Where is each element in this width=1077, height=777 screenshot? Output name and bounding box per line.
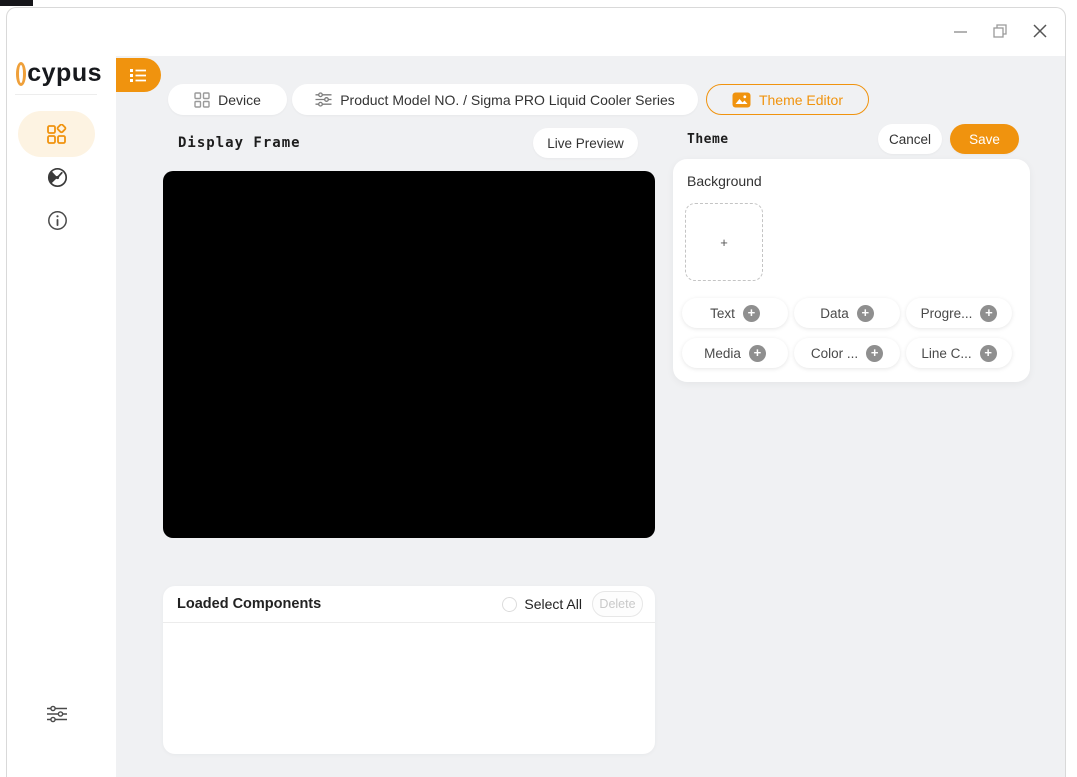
app-logo: cypus	[16, 54, 102, 94]
sidebar-item-monitor[interactable]	[46, 166, 68, 188]
device-tab[interactable]: Device	[168, 84, 287, 115]
add-media-component-button[interactable]: Media +	[682, 338, 788, 368]
logo-o-ring-icon	[16, 62, 27, 86]
select-all-label: Select All	[524, 596, 582, 612]
minimize-icon	[953, 30, 967, 33]
save-label: Save	[969, 131, 1000, 147]
info-icon	[47, 210, 67, 230]
adjustments-icon	[315, 92, 332, 107]
save-button[interactable]: Save	[950, 124, 1019, 154]
display-frame-canvas[interactable]	[163, 171, 655, 538]
collapse-sidebar-button[interactable]	[116, 58, 161, 92]
loaded-components-title: Loaded Components	[177, 596, 322, 612]
app-window: cypus Device Product Model NO. / Sigma P…	[6, 7, 1066, 777]
plus-circle-icon: +	[866, 344, 884, 362]
plus-circle-icon: +	[980, 304, 998, 322]
loaded-components-panel: Loaded Components Select All Delete	[163, 586, 655, 754]
component-label: Data	[820, 305, 849, 321]
product-model-selector[interactable]: Product Model NO. / Sigma PRO Liquid Coo…	[292, 84, 698, 115]
select-all-radio[interactable]	[502, 596, 518, 612]
menu-list-icon	[130, 68, 146, 82]
theme-editor-tab[interactable]: Theme Editor	[706, 84, 869, 115]
background-section-label: Background	[687, 173, 762, 189]
close-icon	[1033, 24, 1047, 38]
component-label: Text	[710, 305, 735, 321]
delete-label: Delete	[599, 597, 636, 611]
theme-panel-title: Theme	[687, 132, 729, 147]
sidebar-item-settings[interactable]	[46, 703, 68, 725]
live-preview-button[interactable]: Live Preview	[533, 128, 638, 158]
cancel-button[interactable]: Cancel	[878, 124, 942, 154]
display-frame-title: Display Frame	[178, 135, 301, 151]
add-text-component-button[interactable]: Text +	[682, 298, 788, 328]
window-controls	[947, 18, 1053, 44]
plus-circle-icon: +	[742, 304, 760, 322]
product-model-label: Product Model NO. / Sigma PRO Liquid Coo…	[340, 91, 675, 108]
component-label: Line C...	[921, 345, 972, 361]
delete-button[interactable]: Delete	[592, 591, 643, 617]
sidebar-divider	[15, 94, 97, 95]
live-preview-label: Live Preview	[547, 135, 624, 151]
restore-icon	[993, 24, 1007, 38]
gauge-icon	[47, 167, 67, 187]
background-window-edge	[0, 0, 33, 6]
loaded-components-header: Loaded Components Select All Delete	[163, 586, 655, 623]
plus-circle-icon: +	[979, 344, 997, 362]
image-icon	[732, 92, 751, 107]
add-data-component-button[interactable]: Data +	[794, 298, 900, 328]
sidebar-item-dashboard[interactable]	[18, 111, 95, 157]
component-label: Media	[704, 345, 741, 361]
add-line-component-button[interactable]: Line C... +	[906, 338, 1012, 368]
sliders-icon	[47, 705, 67, 723]
minimize-button[interactable]	[947, 18, 973, 44]
logo-text: cypus	[27, 58, 102, 87]
theme-panel-card: Background + Text + Data + Progre... + M…	[673, 159, 1030, 382]
maximize-button[interactable]	[987, 18, 1013, 44]
component-label: Progre...	[920, 305, 973, 321]
cancel-label: Cancel	[888, 131, 932, 147]
plus-circle-icon: +	[856, 304, 874, 322]
add-background-button[interactable]: +	[685, 203, 763, 281]
close-button[interactable]	[1027, 18, 1053, 44]
add-progress-component-button[interactable]: Progre... +	[906, 298, 1012, 328]
theme-editor-label: Theme Editor	[758, 91, 844, 108]
plus-circle-icon: +	[748, 344, 766, 362]
add-color-component-button[interactable]: Color ... +	[794, 338, 900, 368]
device-tab-label: Device	[218, 91, 261, 108]
plus-icon: +	[720, 234, 728, 250]
dashboard-grid-icon	[47, 123, 67, 144]
component-label: Color ...	[810, 345, 859, 361]
grid-icon	[194, 91, 210, 108]
sidebar-item-about[interactable]	[46, 209, 68, 231]
